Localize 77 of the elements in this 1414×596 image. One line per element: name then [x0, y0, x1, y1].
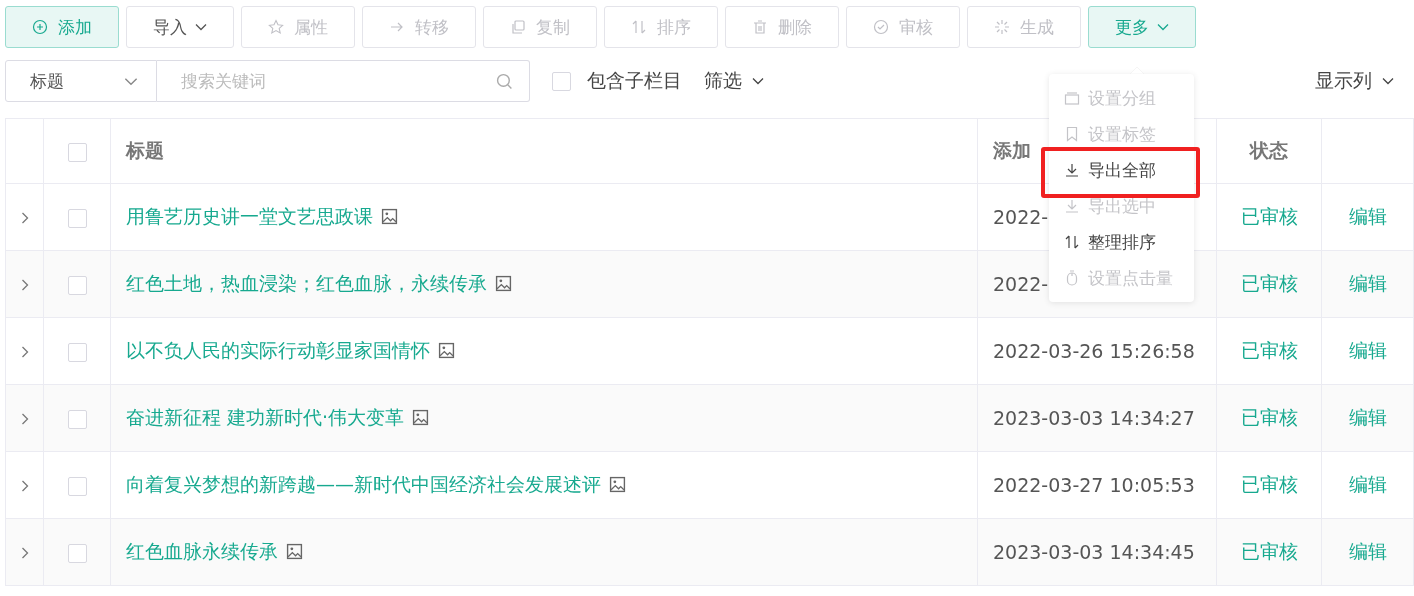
- expand-icon[interactable]: [20, 480, 29, 492]
- edit-link[interactable]: 编辑: [1348, 205, 1387, 227]
- edit-link[interactable]: 编辑: [1348, 339, 1387, 361]
- expand-icon[interactable]: [20, 212, 29, 224]
- article-title-link[interactable]: 奋进新征程 建功新时代·伟大变革: [126, 406, 405, 428]
- column-header: 状态: [1250, 139, 1288, 161]
- expand-icon[interactable]: [20, 413, 29, 425]
- sort-icon: [631, 19, 647, 35]
- row-checkbox[interactable]: [67, 477, 87, 496]
- trash-icon: [752, 19, 768, 35]
- edit-link[interactable]: 编辑: [1348, 540, 1387, 562]
- edit-link[interactable]: 编辑: [1348, 272, 1387, 294]
- date-text: 2023-03-03 14:34:27: [993, 407, 1195, 429]
- date-text: 2022-03-26 15:26:58: [993, 340, 1195, 362]
- image-icon: [609, 476, 626, 493]
- status-text: 已审核: [1240, 205, 1298, 227]
- row-checkbox[interactable]: [67, 209, 87, 228]
- image-icon: [286, 543, 303, 560]
- toolbar-button[interactable]: 添加: [5, 6, 119, 48]
- mouse-icon: [1064, 270, 1080, 286]
- select-all-checkbox[interactable]: [67, 143, 87, 162]
- expand-icon[interactable]: [20, 547, 29, 559]
- plus-icon: [32, 19, 48, 35]
- image-icon: [412, 409, 430, 426]
- row-checkbox[interactable]: [67, 276, 87, 295]
- caret-icon: [1157, 23, 1169, 31]
- status-text: 已审核: [1240, 473, 1298, 495]
- date-text: 2023-03-03 14:34:45: [993, 541, 1195, 563]
- date-text: 2022-: [993, 206, 1049, 228]
- image-icon: [495, 275, 512, 292]
- filter-dropdown[interactable]: 筛选: [704, 68, 764, 94]
- group-icon: [1064, 90, 1080, 106]
- copy-icon: [510, 19, 526, 35]
- caret-icon: [752, 77, 764, 85]
- search-input[interactable]: 搜索关键词: [179, 70, 496, 92]
- status-text: 已审核: [1240, 272, 1298, 294]
- column-header: 添加: [993, 139, 1031, 161]
- checkbox[interactable]: [552, 71, 571, 91]
- search-icon: [496, 72, 513, 90]
- menu-item[interactable]: 导出全部: [1049, 152, 1194, 188]
- edit-link[interactable]: 编辑: [1348, 406, 1387, 428]
- status-text: 已审核: [1240, 406, 1298, 428]
- bookmark-icon: [1064, 126, 1080, 142]
- column-header: 标题: [126, 139, 164, 161]
- checkbox-label: 包含子栏目: [587, 68, 682, 93]
- columns-dropdown[interactable]: 显示列: [1315, 68, 1394, 94]
- toolbar-button[interactable]: 导入: [126, 6, 234, 48]
- expand-icon[interactable]: [20, 346, 29, 358]
- search-field[interactable]: 搜索关键词: [157, 60, 530, 102]
- field-select[interactable]: 标题: [5, 60, 157, 102]
- caret-icon: [195, 23, 207, 31]
- row-checkbox[interactable]: [67, 410, 87, 429]
- article-title-link[interactable]: 红色土地，热血浸染；红色血脉，永续传承: [126, 272, 487, 294]
- star-icon: [268, 19, 284, 35]
- row-checkbox[interactable]: [67, 343, 87, 362]
- date-text: 2022-03-27 10:05:53: [993, 474, 1195, 496]
- article-title-link[interactable]: 向着复兴梦想的新跨越——新时代中国经济社会发展述评: [126, 473, 601, 495]
- sort-icon: [1064, 234, 1080, 250]
- status-text: 已审核: [1240, 339, 1298, 361]
- download-icon: [1064, 198, 1080, 214]
- status-text: 已审核: [1240, 540, 1298, 562]
- caret-icon: [1382, 77, 1394, 85]
- row-checkbox[interactable]: [67, 544, 87, 563]
- article-title-link[interactable]: 用鲁艺历史讲一堂文艺思政课: [126, 205, 373, 227]
- caret-icon: [124, 76, 138, 86]
- image-icon: [438, 342, 455, 359]
- menu-item[interactable]: 整理排序: [1049, 224, 1194, 260]
- check-icon: [873, 19, 889, 35]
- download-icon: [1064, 162, 1080, 178]
- expand-icon[interactable]: [20, 279, 29, 291]
- article-title-link[interactable]: 以不负人民的实际行动彰显家国情怀: [126, 339, 430, 361]
- edit-link[interactable]: 编辑: [1348, 473, 1387, 495]
- toolbar-button[interactable]: 更多: [1088, 6, 1196, 48]
- spark-icon: [994, 19, 1010, 35]
- date-text: 2022-: [993, 273, 1049, 295]
- article-title-link[interactable]: 红色血脉永续传承: [126, 540, 278, 562]
- image-icon: [381, 208, 398, 225]
